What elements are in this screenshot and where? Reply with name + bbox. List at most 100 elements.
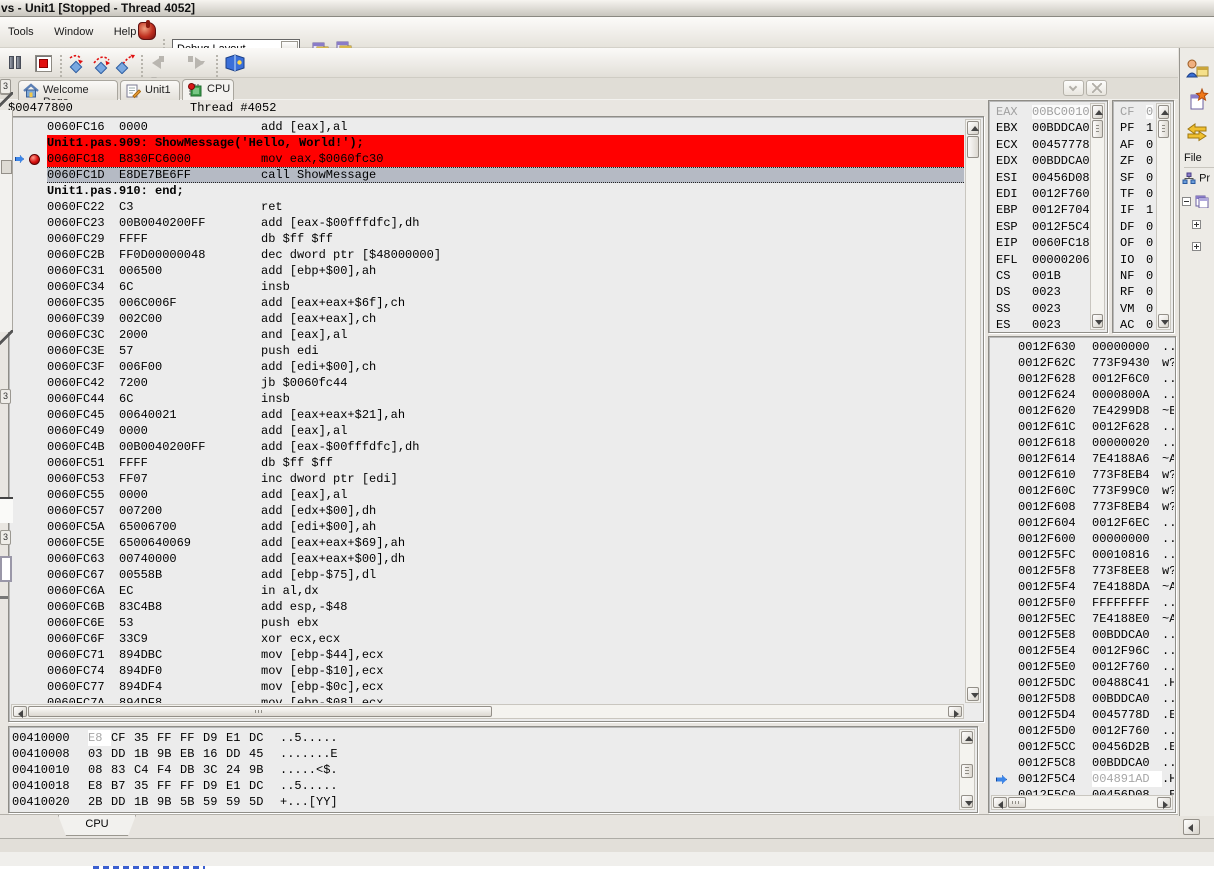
flag-row[interactable]: CF0 [1114,104,1156,120]
stack-row[interactable]: 0012F6280012F6C0.. [990,371,1174,387]
register-row[interactable]: EDX00BDDCA0 [990,153,1089,169]
flag-row[interactable]: OF0 [1114,235,1156,251]
stack-row[interactable]: 0012F5D00012F760.. [990,723,1174,739]
flag-row[interactable]: DF0 [1114,219,1156,235]
stack-row[interactable]: 0012F61800000020.. [990,435,1174,451]
register-row[interactable]: ESP0012F5C4 [990,219,1089,235]
scroll-down-button[interactable] [1158,314,1169,328]
stack-row[interactable]: 0012F5F47E4188DA~A [990,579,1174,595]
stack-row[interactable]: 0012F5C800BDDCA0.. [990,755,1174,771]
scroll-left-button[interactable] [993,797,1007,808]
disasm-row[interactable]: 0060FC5E6500640069add [eax+eax+$69],ah [11,535,964,551]
memory-row[interactable]: 004100202BDD1B9B5B59595D+...[YY] [12,794,957,810]
scroll-down-button[interactable] [961,795,973,808]
stack-row[interactable]: 0012F63000000000.. [990,339,1174,355]
register-row[interactable]: DS0023 [990,284,1089,300]
disasm-row[interactable]: 0060FC35006C006Fadd [eax+eax+$6f],ch [11,295,964,311]
flag-row[interactable]: IF1 [1114,202,1156,218]
expand-icon[interactable] [1192,220,1201,229]
stack-row[interactable]: 0012F5E40012F96C.. [990,643,1174,659]
stack-row[interactable]: 0012F5F0FFFFFFFF.. [990,595,1174,611]
flag-row[interactable]: IO0 [1114,252,1156,268]
disasm-row[interactable]: 0060FC6B83C4B8add esp,-$48 [11,599,964,615]
scroll-up-button[interactable] [1092,105,1103,119]
flag-row[interactable]: SF0 [1114,170,1156,186]
memory-dump-pane[interactable]: 00410000E8CF35FFFFD9E1DC..5.....00410008… [8,726,978,813]
tree-node-collapsed[interactable] [1192,240,1201,252]
stack-row[interactable]: 0012F5FC00010816.. [990,547,1174,563]
register-row[interactable]: ECX00457778 [990,137,1089,153]
registers-scrollbar[interactable] [1090,103,1105,330]
scrollbar-thumb[interactable] [1158,120,1169,138]
pause-button[interactable] [4,51,26,73]
stack-row[interactable]: 0012F5E800BDDCA0.. [990,627,1174,643]
step-over-button[interactable] [90,51,112,73]
register-row[interactable]: EIP0060FC18 [990,235,1089,251]
breakpoint-icon[interactable] [29,154,40,165]
register-row[interactable]: EBX00BDDCA0 [990,120,1089,136]
sync-button[interactable] [1183,120,1211,146]
flag-row[interactable]: NF0 [1114,268,1156,284]
stack-row[interactable]: 0012F5C4004891AD.H [990,771,1174,787]
disassembly-vertical-scrollbar[interactable] [965,119,981,703]
flag-row[interactable]: PF1 [1114,120,1156,136]
disasm-row[interactable]: Unit1.pas.910: end; [11,183,964,199]
dock-scroll-left-button[interactable] [1183,819,1200,835]
memory-row[interactable]: 00410018E8B735FFFFD9E1DC..5..... [12,778,957,794]
memory-row[interactable]: 004100100883C4F4DB3C249B.....<$. [12,762,957,778]
registers-pane[interactable]: EAX00BC0010EBX00BDDCA0ECX00457778EDX00BD… [988,100,1108,333]
stack-row[interactable]: 0012F5EC7E4188E0~A [990,611,1174,627]
disasm-row[interactable]: 0060FC6E53push ebx [11,615,964,631]
stack-row[interactable]: 0012F5CC00456D2B.E [990,739,1174,755]
disasm-row[interactable]: 0060FC71894DBCmov [ebp-$44],ecx [11,647,964,663]
stack-row[interactable]: 0012F6147E4188A6~A [990,451,1174,467]
stack-row[interactable]: 0012F608773F8EB4w? [990,499,1174,515]
stack-row[interactable]: 0012F60000000000.. [990,531,1174,547]
flags-pane[interactable]: CF0PF1AF0ZF0SF0TF0IF1DF0OF0IO0NF0RF0VM0A… [1112,100,1174,333]
stack-row[interactable]: 0012F610773F8EB4w? [990,467,1174,483]
disasm-row[interactable]: 0060FC446Cinsb [11,391,964,407]
scroll-left-button[interactable] [13,706,27,717]
scrollbar-thumb[interactable] [967,136,979,158]
stack-row[interactable]: 0012F5C000456D08.E [990,787,1174,795]
disasm-row[interactable]: 0060FC7A894DF8mov [ebp-$08],ecx [11,695,964,703]
disasm-row[interactable]: 0060FC53FF07inc dword ptr [edi] [11,471,964,487]
disasm-row[interactable]: 0060FC39002C00add [eax+eax],ch [11,311,964,327]
scrollbar-thumb[interactable] [28,706,492,717]
scroll-down-button[interactable] [1092,314,1103,328]
register-row[interactable]: EFL00000206 [990,252,1089,268]
run-until-return-button[interactable] [114,51,136,73]
disasm-row[interactable]: 0060FC160000add [eax],al [11,119,964,135]
tab-unit1[interactable]: Unit1 [120,80,180,100]
program-reset-button[interactable] [31,51,53,73]
flag-row[interactable]: TF0 [1114,186,1156,202]
help-button[interactable] [222,51,248,73]
disasm-row[interactable]: 0060FC51FFFFdb $ff $ff [11,455,964,471]
disasm-row[interactable]: 0060FC57007200add [edx+$00],dh [11,503,964,519]
collapse-icon[interactable] [1182,197,1191,206]
new-items-button[interactable] [1183,86,1211,112]
disasm-row[interactable]: 0060FC3F006F00add [edi+$00],ch [11,359,964,375]
register-row[interactable]: ES0023 [990,317,1089,333]
stack-row[interactable]: 0012F5DC00488C41.H [990,675,1174,691]
disasm-row[interactable]: Unit1.pas.909: ShowMessage('Hello, World… [11,135,964,151]
disasm-row[interactable]: 0060FC4B00B0040200FFadd [eax-$00fffdfc],… [11,439,964,455]
disasm-row[interactable]: 0060FC490000add [eax],al [11,423,964,439]
scroll-up-button[interactable] [1158,105,1169,119]
stack-row[interactable]: 0012F5E00012F760.. [990,659,1174,675]
disasm-row[interactable]: 0060FC22C3ret [11,199,964,215]
project-node[interactable] [1182,194,1209,208]
memory-row[interactable]: 0041000803DD1B9BEB16DD45.......E [12,746,957,762]
register-row[interactable]: SS0023 [990,301,1089,317]
flag-row[interactable]: AC0 [1114,317,1156,333]
navigate-back-button[interactable] [147,51,177,73]
disasm-row[interactable]: 0060FC346Cinsb [11,279,964,295]
project-manager-button[interactable] [1183,56,1211,82]
tab-cpu[interactable]: CPU [182,79,234,100]
disasm-row[interactable]: 0060FC1DE8DE7BE6FFcall ShowMessage [11,167,964,183]
flag-row[interactable]: RF0 [1114,284,1156,300]
flag-row[interactable]: ZF0 [1114,153,1156,169]
disasm-row[interactable]: 0060FC3E57push edi [11,343,964,359]
disasm-row[interactable]: 0060FC6300740000add [eax+eax+$00],dh [11,551,964,567]
scrollbar-thumb[interactable] [1092,120,1103,138]
